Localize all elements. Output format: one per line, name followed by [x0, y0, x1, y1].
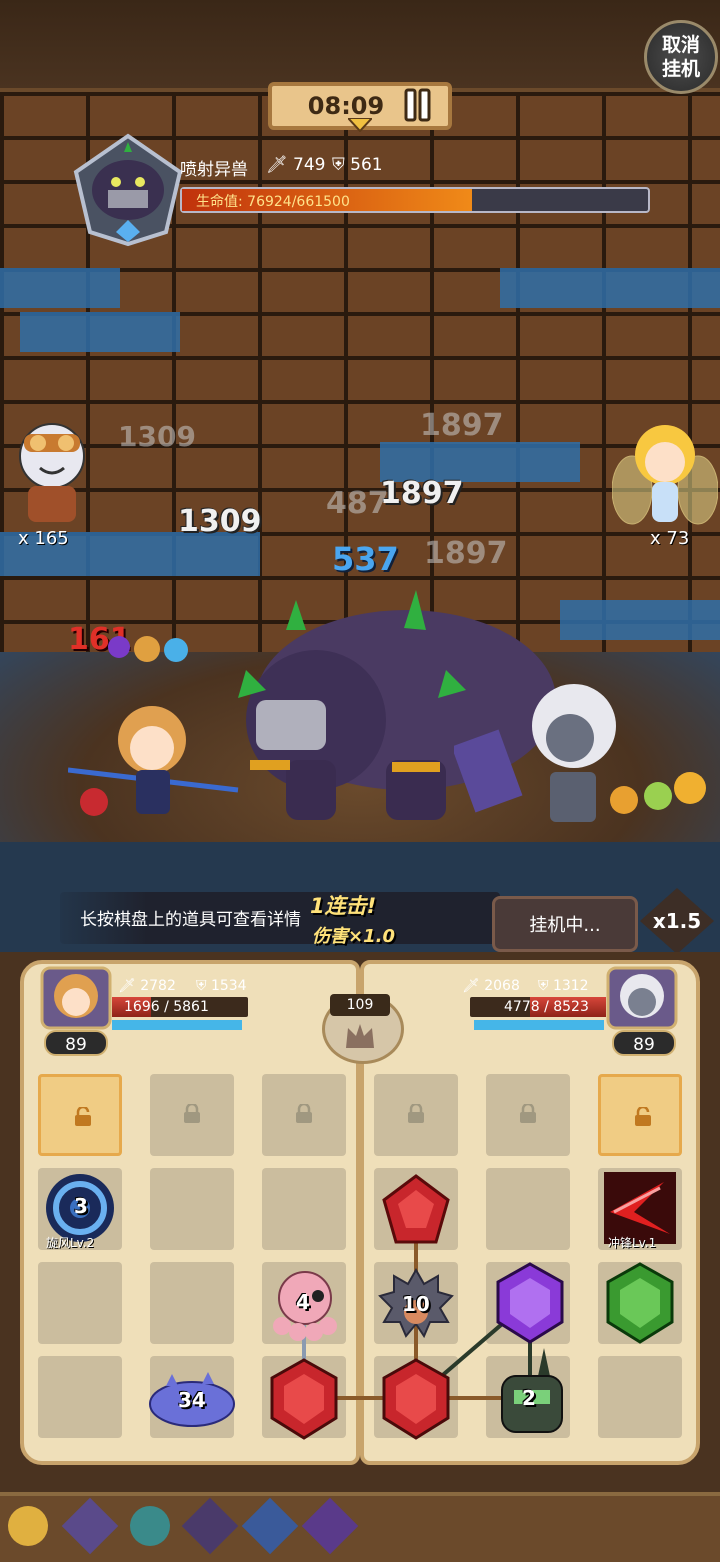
left-hero-avatar [40, 966, 112, 1030]
cancel-afk-button[interactable]: 取消 挂机 [644, 20, 718, 94]
unlock-icon [635, 1107, 651, 1126]
debuff-icon [108, 636, 130, 658]
green-hexagon-gem[interactable] [604, 1262, 676, 1344]
dragon-skill-icon[interactable] [130, 1506, 170, 1546]
lock-icon [520, 1104, 536, 1123]
right-hero-energy-bar [474, 1020, 604, 1030]
red-hexagon-gem[interactable] [268, 1358, 340, 1440]
gold-pot-icon[interactable] [8, 1506, 48, 1546]
damage-number: 1897 [420, 408, 504, 443]
right-hero-attack: 🗡 2068 [462, 978, 520, 994]
paw-buff-icon [134, 636, 160, 662]
purple-hexagon-gem[interactable] [494, 1262, 566, 1344]
ally-right-count: x 73 [650, 528, 690, 549]
cancel-afk-label-2: 挂机 [661, 58, 700, 80]
damage-number: 487 [326, 486, 389, 521]
crown-emblem-icon [346, 1024, 374, 1048]
board-cell-unlocked[interactable] [38, 1074, 122, 1156]
wall-paint-patch [20, 312, 180, 352]
right-hero-avatar [606, 966, 678, 1030]
damage-number: 1897 [380, 476, 464, 511]
lock-icon [296, 1104, 312, 1123]
right-hero-hp-text: 4778 / 8523 [504, 999, 589, 1015]
wall-paint-patch [0, 268, 120, 308]
board-cell-locked[interactable] [150, 1074, 234, 1156]
cancel-afk-label-1: 取消 [661, 34, 700, 56]
boss-name: 喷射异兽 [180, 160, 248, 180]
wall-paint-patch [500, 268, 720, 308]
lock-icon [184, 1104, 200, 1123]
board-cell-locked[interactable] [486, 1074, 570, 1156]
right-hero-level: 89 [612, 1030, 676, 1056]
red-hexagon-gem[interactable] [380, 1358, 452, 1440]
board-cell-locked[interactable] [262, 1074, 346, 1156]
tip-text: 长按棋盘上的道具可查看详情 [80, 910, 301, 930]
hedgehog-count: 10 [402, 1292, 430, 1316]
boss-hp-text: 生命值: 76924/661500 [196, 194, 350, 210]
slime-count: 34 [178, 1388, 206, 1412]
damage-number: 1897 [424, 536, 508, 571]
boss-attack-value: 749 [293, 155, 326, 175]
left-hero-energy-bar [112, 1020, 242, 1030]
charge-label: 冲锋Lv.1 [608, 1236, 657, 1250]
hero-silver-hair-warrior [454, 684, 706, 822]
red-pentagon-gem[interactable] [380, 1172, 452, 1248]
lock-icon [408, 1104, 424, 1123]
crit-damage-number: 537 [332, 540, 399, 578]
board-cell-unlocked[interactable] [598, 1074, 682, 1156]
combo-text: 1连击! [310, 894, 377, 918]
whirlwind-label: 旋风Lv.2 [46, 1236, 95, 1250]
boss-attack: 🗡 749 [266, 155, 326, 175]
whirlwind-count: 3 [74, 1194, 88, 1218]
boss-portrait [73, 133, 183, 247]
afk-status-button[interactable]: 挂机中... [492, 896, 638, 952]
damage-number: 1309 [178, 504, 262, 539]
octopus-count: 4 [296, 1290, 310, 1314]
ally-bear-pilot [19, 423, 85, 522]
right-hero-defense-value: 1312 [552, 978, 589, 994]
center-level: 109 [330, 994, 390, 1016]
right-hero-attack-value: 2068 [484, 978, 520, 994]
boss-defense: ⛨ 561 [332, 155, 383, 175]
left-hero-hp-text: 1696 / 5861 [124, 999, 209, 1015]
left-hero-defense: ⛨ 1534 [196, 978, 247, 994]
top-frame [0, 0, 720, 92]
damage-number: 1309 [118, 420, 196, 453]
timer-text: 08:09 [307, 92, 385, 120]
left-hero-level: 89 [44, 1030, 108, 1056]
unlock-icon [75, 1107, 91, 1126]
ally-left-count: x 165 [18, 528, 69, 549]
timer-pointer-icon [348, 118, 372, 132]
left-hero-attack-value: 2782 [140, 978, 176, 994]
pause-icon[interactable] [404, 88, 432, 122]
wall-paint-patch [560, 600, 720, 640]
hero-girl-spear [68, 706, 239, 816]
robot-count: 2 [522, 1386, 536, 1410]
left-hero-attack: 🗡 2782 [118, 978, 176, 994]
right-hero-defense: ⛨ 1312 [538, 978, 589, 994]
boss-defense-value: 561 [350, 155, 383, 175]
frost-buff-icon [164, 638, 188, 662]
left-hero-defense-value: 1534 [210, 978, 247, 994]
combo-damage-text: 伤害×1.0 [312, 926, 395, 947]
board-cell-locked[interactable] [374, 1074, 458, 1156]
